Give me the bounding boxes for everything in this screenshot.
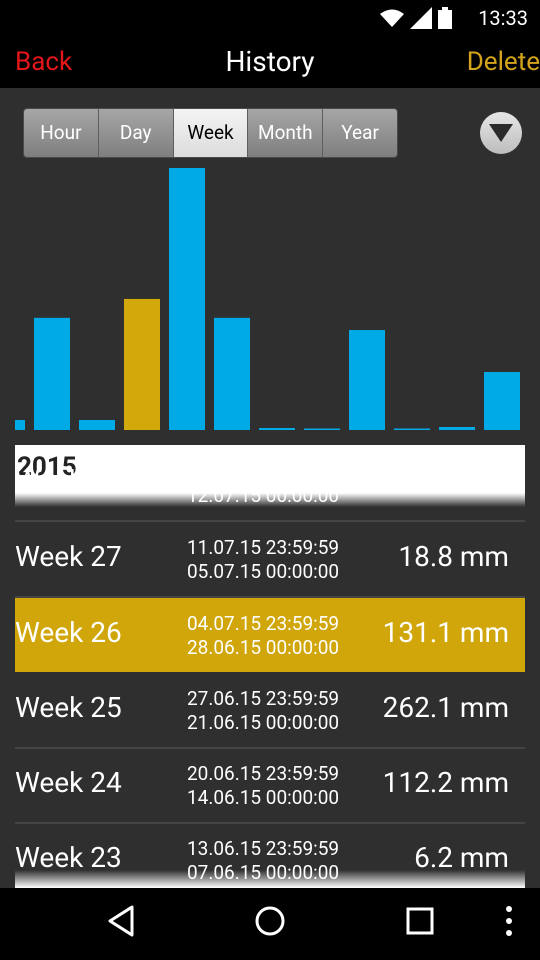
- row-label: Week 24: [15, 766, 122, 799]
- back-nav-icon[interactable]: [106, 904, 136, 938]
- cellular-signal-icon: [410, 7, 432, 29]
- wifi-icon: [380, 9, 404, 27]
- tab-day[interactable]: Day: [98, 109, 174, 157]
- list-fade-bottom: [15, 870, 525, 888]
- chart-bar[interactable]: [34, 317, 70, 430]
- row-date-end: 11.07.15 23:59:59: [187, 536, 340, 559]
- chart-bar[interactable]: [259, 428, 295, 430]
- list-item[interactable]: Week 27 11.07.15 23:59:59 05.07.15 00:00…: [15, 522, 525, 598]
- row-value: 112.2 mm: [382, 766, 509, 799]
- row-date-end: 04.07.15 23:59:59: [187, 612, 340, 635]
- app-bar: Back History Delete: [0, 36, 540, 88]
- list-item[interactable]: Week 28 18.07.15 23:59:59 12.07.15 00:00…: [15, 446, 525, 522]
- row-date-end: 27.06.15 23:59:59: [187, 687, 340, 710]
- tab-hour[interactable]: Hour: [24, 109, 99, 157]
- recents-nav-icon[interactable]: [405, 904, 435, 938]
- chart-bar[interactable]: [349, 330, 385, 430]
- row-date-start: 14.06.15 00:00:00: [187, 786, 340, 809]
- chart-bar[interactable]: [15, 420, 25, 430]
- chart-bar[interactable]: [394, 428, 430, 431]
- home-nav-icon[interactable]: [253, 904, 287, 938]
- row-label: Week 25: [15, 691, 122, 724]
- tab-month[interactable]: Month: [248, 109, 324, 157]
- chart-bar[interactable]: [304, 428, 340, 431]
- list-item[interactable]: Week 25 27.06.15 23:59:59 21.06.15 00:00…: [15, 673, 525, 749]
- content-area: Hour Day Week Month Year 2015 Week 28 18…: [0, 88, 540, 888]
- row-date-start: 21.06.15 00:00:00: [187, 711, 340, 734]
- list-fade-top: [15, 493, 525, 507]
- row-date-start: 05.07.15 00:00:00: [187, 560, 340, 583]
- navigation-bar: [0, 888, 540, 960]
- dropdown-button[interactable]: [480, 112, 522, 154]
- chart-bar[interactable]: [79, 420, 115, 430]
- list-item-selected[interactable]: Week 26 04.07.15 23:59:59 28.06.15 00:00…: [15, 598, 525, 672]
- row-date-end: 18.07.15 23:59:59: [187, 460, 340, 483]
- status-icons: [380, 6, 452, 30]
- tab-year[interactable]: Year: [323, 109, 397, 157]
- row-label: Week 26: [15, 616, 122, 649]
- row-value: 131.1 mm: [382, 616, 509, 649]
- row-date-end: 20.06.15 23:59:59: [187, 762, 340, 785]
- row-date-start: 28.06.15 00:00:00: [187, 636, 340, 659]
- chart-bar[interactable]: [169, 168, 205, 430]
- status-bar: 13:33: [0, 0, 540, 36]
- row-date-end: 13.06.15 23:59:59: [187, 837, 340, 860]
- chart-bar[interactable]: [484, 372, 520, 430]
- row-dates: 27.06.15 23:59:59 21.06.15 00:00:00: [187, 687, 339, 735]
- status-time: 13:33: [478, 6, 528, 30]
- row-dates: 20.06.15 23:59:59 14.06.15 00:00:00: [187, 762, 339, 810]
- page-title: History: [225, 45, 315, 78]
- row-dates: 04.07.15 23:59:59 28.06.15 00:00:00: [187, 612, 339, 660]
- overflow-menu-icon[interactable]: [498, 904, 520, 938]
- battery-icon: [438, 7, 452, 29]
- tab-week[interactable]: Week: [173, 109, 249, 157]
- row-value: 262.1 mm: [382, 691, 509, 724]
- list-item[interactable]: Week 24 20.06.15 23:59:59 14.06.15 00:00…: [15, 748, 525, 824]
- history-bar-chart: [15, 168, 520, 431]
- row-dates: 11.07.15 23:59:59 05.07.15 00:00:00: [187, 536, 339, 584]
- chart-bar[interactable]: [214, 317, 250, 430]
- chevron-down-icon: [489, 124, 513, 142]
- row-label: Week 27: [15, 540, 122, 573]
- chart-bar[interactable]: [124, 298, 160, 430]
- row-value: 18.8 mm: [398, 540, 509, 573]
- period-tabs: Hour Day Week Month Year: [23, 108, 398, 158]
- chart-bar[interactable]: [439, 427, 475, 430]
- delete-button[interactable]: Delete: [467, 46, 540, 78]
